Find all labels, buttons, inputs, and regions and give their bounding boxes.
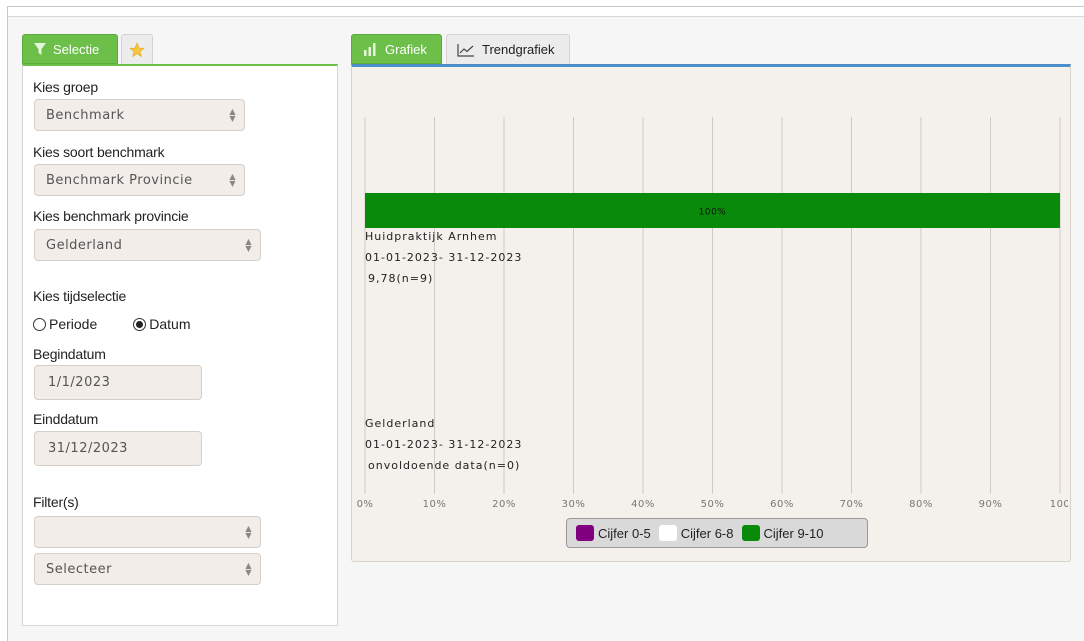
x-tick-label: 40% bbox=[631, 499, 655, 507]
legend-swatch bbox=[576, 525, 594, 541]
select-arrows-icon: ▲ ▼ bbox=[229, 107, 236, 123]
tab-grafiek[interactable]: Grafiek bbox=[351, 34, 442, 64]
x-tick-label: 0% bbox=[357, 499, 374, 507]
time-selection-radios: Periode Datum bbox=[33, 316, 191, 332]
start-date-value: 1/1/2023 bbox=[48, 375, 111, 390]
select-arrows-icon: ▲ ▼ bbox=[245, 561, 252, 577]
legend-item[interactable]: Cijfer 0-5 bbox=[576, 525, 651, 541]
filter-select-1[interactable]: ▲ ▼ bbox=[34, 516, 261, 548]
top-bar bbox=[8, 7, 1084, 17]
legend-item[interactable]: Cijfer 6-8 bbox=[658, 525, 734, 541]
category-label: Gelderland bbox=[365, 417, 435, 430]
radio-periode[interactable] bbox=[33, 317, 46, 331]
end-date-label: Einddatum bbox=[33, 411, 99, 427]
radio-periode-label: Periode bbox=[49, 316, 98, 332]
legend-label: Cijfer 9-10 bbox=[763, 525, 824, 541]
category-score: 9,78(n=9) bbox=[368, 272, 433, 285]
radio-datum-label: Datum bbox=[149, 316, 191, 332]
line-chart-icon bbox=[457, 43, 474, 57]
chart-legend: Cijfer 0-5 Cijfer 6-8 Cijfer 9-10 bbox=[566, 518, 868, 548]
legend-swatch bbox=[741, 525, 760, 541]
end-date-input[interactable]: 31/12/2023 bbox=[34, 431, 202, 466]
tab-trendgrafiek-label: Trendgrafiek bbox=[482, 42, 555, 57]
x-tick-label: 20% bbox=[492, 499, 516, 507]
end-date-value: 31/12/2023 bbox=[48, 441, 128, 456]
chart-canvas: 0% 10% 20% 30% 40% 50% 60% 70% 80% 90% 100 100% Huid… bbox=[357, 117, 1068, 507]
category-label: Huidpraktijk Arnhem bbox=[365, 230, 497, 243]
star-icon bbox=[129, 41, 145, 57]
time-selection-label: Kies tijdselectie bbox=[33, 288, 127, 304]
category-period: 01-01-2023- 31-12-2023 bbox=[365, 438, 522, 451]
start-date-input[interactable]: 1/1/2023 bbox=[34, 365, 202, 400]
tab-grafiek-label: Grafiek bbox=[385, 41, 427, 57]
radio-datum[interactable] bbox=[133, 317, 147, 331]
province-label: Kies benchmark provincie bbox=[33, 208, 189, 224]
bar-chart-icon bbox=[364, 43, 376, 56]
group-select-value: Benchmark bbox=[46, 107, 125, 123]
legend-item[interactable]: Cijfer 9-10 bbox=[741, 525, 824, 541]
select-arrows-icon: ▲ ▼ bbox=[245, 237, 252, 253]
x-tick-label: 70% bbox=[840, 499, 864, 507]
bar-data-label: 100% bbox=[699, 208, 727, 218]
x-tick-label: 50% bbox=[701, 499, 725, 507]
filter-select-2[interactable]: Selecteer ▲ ▼ bbox=[34, 553, 261, 585]
selection-panel: Kies groep Benchmark ▲ ▼ Kies soort bench… bbox=[22, 64, 338, 626]
tab-trendgrafiek[interactable]: Trendgrafiek bbox=[446, 34, 570, 64]
x-tick-label: 30% bbox=[562, 499, 586, 507]
province-value: Gelderland bbox=[46, 237, 123, 253]
benchmark-type-label: Kies soort benchmark bbox=[33, 144, 165, 160]
group-select[interactable]: Benchmark ▲ ▼ bbox=[34, 99, 245, 131]
legend-label: Cijfer 0-5 bbox=[598, 525, 651, 541]
select-arrows-icon: ▲ ▼ bbox=[245, 524, 252, 540]
legend-label: Cijfer 6-8 bbox=[680, 525, 734, 541]
x-tick-label: 100 bbox=[1050, 499, 1068, 507]
province-select[interactable]: Gelderland ▲ ▼ bbox=[34, 229, 261, 261]
x-tick-label: 90% bbox=[979, 499, 1003, 507]
filter-icon bbox=[34, 43, 46, 55]
category-period: 01-01-2023- 31-12-2023 bbox=[365, 251, 522, 264]
group-label: Kies groep bbox=[33, 79, 98, 95]
benchmark-type-value: Benchmark Provincie bbox=[46, 172, 193, 188]
x-tick-label: 10% bbox=[423, 499, 447, 507]
chart-panel: 0% 10% 20% 30% 40% 50% 60% 70% 80% 90% 100 100% Huid… bbox=[351, 64, 1071, 562]
filters-label: Filter(s) bbox=[33, 494, 79, 510]
benchmark-type-select[interactable]: Benchmark Provincie ▲ ▼ bbox=[34, 164, 245, 196]
x-tick-label: 60% bbox=[770, 499, 794, 507]
filter-select-2-value: Selecteer bbox=[46, 561, 112, 577]
tab-selectie[interactable]: Selectie bbox=[22, 34, 118, 64]
category-score: onvoldoende data(n=0) bbox=[368, 459, 520, 472]
tab-favorites[interactable] bbox=[121, 34, 153, 64]
x-tick-label: 80% bbox=[909, 499, 933, 507]
start-date-label: Begindatum bbox=[33, 346, 106, 362]
legend-swatch bbox=[658, 525, 677, 541]
tab-selectie-label: Selectie bbox=[53, 41, 100, 57]
select-arrows-icon: ▲ ▼ bbox=[229, 172, 236, 188]
